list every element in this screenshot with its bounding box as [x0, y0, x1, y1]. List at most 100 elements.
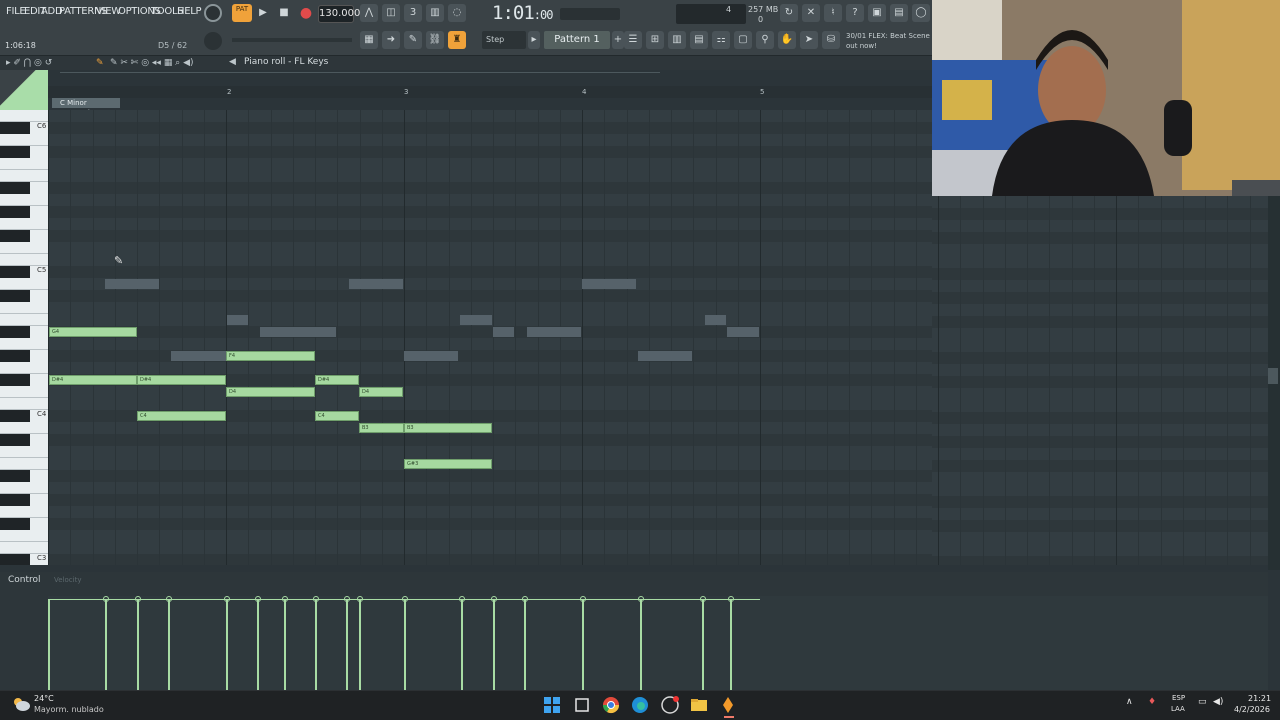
piano-key[interactable] — [0, 266, 30, 278]
control-selector[interactable]: Control — [8, 575, 41, 585]
pattern-add-icon[interactable]: + — [612, 31, 624, 49]
mixer-x-icon[interactable]: ✕ — [802, 4, 820, 22]
velocity-bar[interactable] — [137, 600, 139, 690]
step-edit-icon[interactable]: ▥ — [426, 4, 444, 22]
stamp-icon[interactable]: ♜ — [448, 31, 466, 49]
microphone-icon[interactable]: ♮ — [824, 4, 842, 22]
channel-rack-icon[interactable]: ⊞ — [646, 31, 664, 49]
master-volume-slider[interactable] — [232, 38, 352, 42]
note[interactable]: D4 — [226, 387, 315, 397]
piano-key[interactable] — [0, 134, 48, 146]
note[interactable]: F4 — [226, 351, 315, 361]
piano-key[interactable] — [0, 362, 48, 374]
tray-chevron-icon[interactable]: ∧ — [1126, 697, 1133, 707]
cart-icon[interactable]: ⛁ — [822, 31, 840, 49]
piano-key[interactable] — [0, 182, 30, 194]
plugin-icon[interactable]: ▤ — [890, 4, 908, 22]
wait-for-input-icon[interactable]: ◫ — [382, 4, 400, 22]
chrome-icon[interactable] — [602, 696, 620, 714]
tempo-display[interactable]: 130.000 — [318, 5, 360, 23]
piano-key[interactable] — [0, 278, 48, 290]
weather-temperature[interactable]: 24°C — [34, 694, 54, 703]
undo-history-icon[interactable]: ↻ — [780, 4, 798, 22]
velocity-bar[interactable] — [524, 600, 526, 690]
arrow-icon[interactable]: ➜ — [382, 31, 400, 49]
note[interactable]: D4 — [359, 387, 403, 397]
velocity-bar[interactable] — [702, 600, 704, 690]
piano-key[interactable] — [0, 110, 48, 122]
note[interactable]: C4 — [315, 411, 359, 421]
piano-key[interactable] — [0, 422, 48, 434]
ghost-channel-corner[interactable] — [0, 70, 48, 110]
velocity-bar[interactable] — [640, 600, 642, 690]
pat-song-toggle[interactable]: PAT — [232, 4, 252, 22]
help-icon[interactable]: ? — [846, 4, 864, 22]
output-icon[interactable]: ➤ — [800, 31, 818, 49]
file-explorer-icon[interactable] — [690, 696, 708, 714]
menu-help[interactable]: HELP — [177, 6, 202, 17]
velocity-bar[interactable] — [582, 600, 584, 690]
velocity-grid[interactable] — [48, 596, 1268, 690]
piano-key[interactable] — [0, 194, 48, 206]
piano-roll-window-icon[interactable]: ▤ — [690, 31, 708, 49]
piano-key[interactable] — [0, 470, 30, 482]
chat-icon[interactable]: ◯ — [912, 4, 930, 22]
piano-key[interactable] — [0, 122, 30, 134]
piano-key[interactable] — [0, 314, 48, 326]
piano-key[interactable] — [0, 446, 48, 458]
project-icon[interactable]: ▢ — [734, 31, 752, 49]
piano-key[interactable] — [0, 518, 30, 530]
piano-key[interactable] — [0, 554, 30, 565]
piano-key[interactable] — [0, 302, 48, 314]
piano-roll-title[interactable]: Piano roll - FL Keys — [244, 57, 328, 67]
piano-key[interactable] — [0, 482, 48, 494]
weather-cloud-icon[interactable] — [12, 696, 30, 712]
speaker-icon[interactable]: ◀ — [229, 57, 236, 67]
velocity-bar[interactable] — [257, 600, 259, 690]
note[interactable]: G#3 — [404, 459, 492, 469]
velocity-bar[interactable] — [359, 600, 361, 690]
piano-key[interactable] — [0, 326, 30, 338]
piano-key[interactable] — [0, 386, 48, 398]
note[interactable]: D#4 — [49, 375, 137, 385]
piano-key[interactable] — [0, 398, 48, 410]
snap-select[interactable]: Step — [482, 31, 526, 49]
note[interactable]: D#4 — [315, 375, 359, 385]
timeline-ruler[interactable] — [48, 86, 932, 98]
piano-key[interactable] — [0, 146, 30, 158]
note[interactable]: B3 — [404, 423, 492, 433]
velocity-bar[interactable] — [48, 600, 50, 690]
piano-key[interactable] — [0, 530, 48, 542]
menu-file[interactable]: FILE — [6, 6, 26, 17]
stop-icon[interactable]: ■ — [275, 4, 293, 22]
pattern-selector[interactable]: Pattern 1 — [544, 31, 610, 49]
loop-record-icon[interactable]: ◌ — [448, 4, 466, 22]
note[interactable]: G4 — [49, 327, 137, 337]
windows-start-icon[interactable] — [543, 696, 561, 714]
velocity-bar[interactable] — [461, 600, 463, 690]
piano-roll-options-icon[interactable]: ▸ ✐ ⋂ ◎ ↺ — [6, 58, 52, 68]
edge-icon[interactable] — [631, 696, 649, 714]
piano-key[interactable] — [0, 350, 30, 362]
piano-key[interactable] — [0, 158, 48, 170]
velocity-bar[interactable] — [730, 600, 732, 690]
note-grid[interactable] — [48, 110, 932, 565]
note-grid-extension[interactable] — [932, 196, 1268, 565]
mixer-icon[interactable]: ▥ — [668, 31, 686, 49]
record-icon[interactable]: ● — [297, 4, 315, 22]
piano-key[interactable] — [0, 374, 30, 386]
piano-key[interactable] — [0, 506, 48, 518]
velocity-bar[interactable] — [226, 600, 228, 690]
velocity-bar[interactable] — [346, 600, 348, 690]
piano-key[interactable] — [0, 230, 30, 242]
master-volume-knob-icon[interactable] — [204, 4, 222, 22]
piano-key[interactable] — [0, 206, 30, 218]
clock-date[interactable]: 4/2/2026 — [1234, 705, 1270, 714]
piano-key[interactable] — [0, 458, 48, 470]
scrollbar-thumb[interactable] — [1268, 368, 1278, 384]
keyboard-layout-indicator[interactable]: LAA — [1171, 705, 1185, 713]
piano-key[interactable] — [0, 338, 48, 350]
play-icon[interactable]: ▶ — [254, 4, 272, 22]
metronome-icon[interactable]: ⋀ — [360, 4, 378, 22]
link-icon[interactable]: ⛓ — [426, 31, 444, 49]
